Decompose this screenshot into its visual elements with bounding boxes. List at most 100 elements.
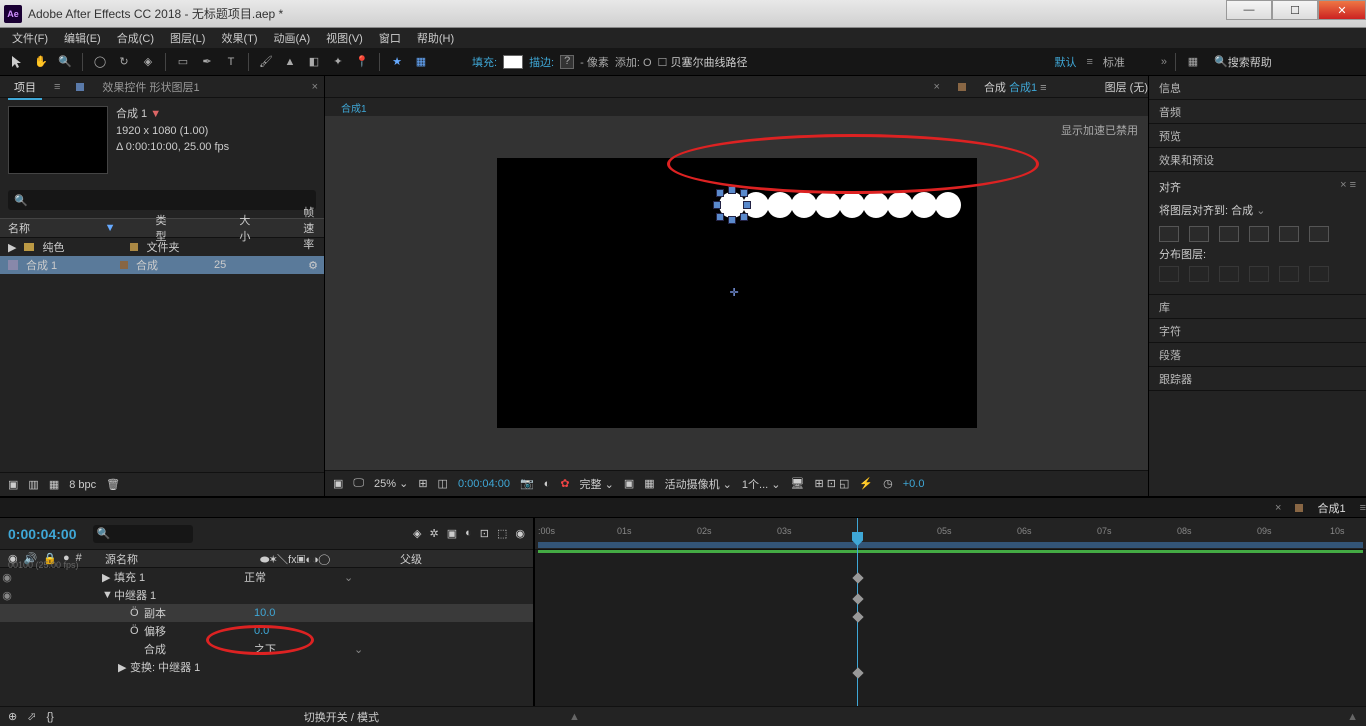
parent-col[interactable]: 父级: [400, 551, 533, 567]
dist-4[interactable]: [1249, 266, 1269, 282]
current-timecode[interactable]: 0:00:04:00: [8, 526, 77, 542]
status-icon-3[interactable]: {}: [46, 711, 53, 723]
res-icon[interactable]: ▣: [333, 477, 343, 490]
fill-label[interactable]: 填充:: [472, 54, 497, 70]
preview-panel-header[interactable]: 预览: [1149, 124, 1366, 148]
camera-dropdown[interactable]: 活动摄像机 ⌄: [665, 476, 732, 492]
stroke-swatch[interactable]: ?: [560, 55, 574, 69]
exposure-value[interactable]: +0.0: [903, 478, 925, 490]
layer-row-fill[interactable]: ◉ ▶ 填充 1 正常⌄: [0, 568, 533, 586]
resolution-dropdown[interactable]: 完整 ⌄: [580, 476, 614, 492]
puppet-tool-icon[interactable]: 📍: [353, 53, 371, 71]
close-button[interactable]: ✕: [1318, 0, 1366, 20]
tl-opt5-icon[interactable]: ⊡: [480, 527, 489, 540]
zoom-dropdown[interactable]: 25% ⌄: [374, 477, 408, 490]
align-bottom-button[interactable]: [1309, 226, 1329, 242]
keyframe-marker[interactable]: [852, 611, 863, 622]
grid-icon[interactable]: ▦: [412, 53, 430, 71]
transparency-icon[interactable]: ▦: [644, 477, 654, 490]
property-row-copies[interactable]: Ö 副本 10.0: [0, 604, 533, 622]
tl-opt7-icon[interactable]: ◉: [515, 527, 525, 540]
menu-view[interactable]: 视图(V): [320, 28, 369, 48]
menu-layer[interactable]: 图层(L): [164, 28, 211, 48]
stopwatch-icon[interactable]: Ö: [130, 607, 144, 619]
layer-tab[interactable]: 图层 (无): [1105, 79, 1148, 95]
selection-tool-icon[interactable]: [8, 53, 26, 71]
search-toggle-icon[interactable]: ▦: [1184, 53, 1202, 71]
new-folder-icon[interactable]: ▥: [28, 478, 38, 491]
toggle-switches-button[interactable]: 切换开关 / 模式: [304, 709, 379, 725]
tl-opt2-icon[interactable]: ✲: [429, 527, 438, 540]
work-area-bar[interactable]: [538, 542, 1363, 548]
project-search-input[interactable]: 🔍: [8, 190, 316, 210]
star-icon[interactable]: ★: [388, 53, 406, 71]
project-columns-header[interactable]: 名称 ▼ 类型 大小 帧速率: [0, 218, 324, 238]
rect-tool-icon[interactable]: ▭: [174, 53, 192, 71]
fast-preview-icon[interactable]: ⚡: [859, 477, 873, 490]
roto-tool-icon[interactable]: ✦: [329, 53, 347, 71]
source-name-col[interactable]: 源名称: [105, 551, 260, 567]
stroke-label[interactable]: 描边:: [529, 54, 554, 70]
grid-toggle-icon[interactable]: ⊞: [418, 477, 427, 490]
maximize-button[interactable]: ☐: [1272, 0, 1318, 20]
view-opt-icon[interactable]: 🖥: [790, 477, 804, 490]
stopwatch-icon[interactable]: Ö: [130, 625, 144, 637]
timeline-search-input[interactable]: 🔍: [93, 525, 193, 543]
menu-file[interactable]: 文件(F): [6, 28, 54, 48]
align-top-button[interactable]: [1249, 226, 1269, 242]
dist-5[interactable]: [1279, 266, 1299, 282]
stamp-tool-icon[interactable]: ▲: [281, 53, 299, 71]
tl-opt3-icon[interactable]: ▣: [447, 527, 457, 540]
tl-opt6-icon[interactable]: ⬚: [497, 527, 507, 540]
panel-close-icon[interactable]: ×: [312, 81, 318, 93]
comp-close-icon[interactable]: ×: [934, 81, 940, 93]
project-row-folder[interactable]: ▶ 纯色 文件夹: [0, 238, 324, 256]
align-left-button[interactable]: [1159, 226, 1179, 242]
dist-3[interactable]: [1219, 266, 1239, 282]
menu-window[interactable]: 窗口: [373, 28, 407, 48]
workspace-standard[interactable]: 标准: [1103, 54, 1125, 70]
eraser-tool-icon[interactable]: ◧: [305, 53, 323, 71]
anchor-point-icon[interactable]: ✛: [730, 286, 744, 300]
menu-composition[interactable]: 合成(C): [111, 28, 160, 48]
minimize-button[interactable]: —: [1226, 0, 1272, 20]
paragraph-panel-header[interactable]: 段落: [1149, 343, 1366, 367]
tl-opt1-icon[interactable]: ◈: [413, 527, 421, 540]
mask-toggle-icon[interactable]: ◫: [438, 477, 448, 490]
hand-tool-icon[interactable]: ✋: [32, 53, 50, 71]
effects-panel-header[interactable]: 效果和预设: [1149, 148, 1366, 172]
project-row-comp[interactable]: 合成 1 合成 25 ⚙: [0, 256, 324, 274]
tl-opt4-icon[interactable]: ◐: [465, 527, 472, 540]
comp-thumbnail[interactable]: [8, 106, 108, 174]
property-row-transform[interactable]: ▶ 变换: 中继器 1: [0, 658, 533, 676]
comp-tab-label[interactable]: 合成 合成1 ≡: [978, 76, 1053, 98]
timeline-close-icon[interactable]: ×: [1275, 502, 1281, 514]
pen-tool-icon[interactable]: ✒: [198, 53, 216, 71]
align-vcenter-button[interactable]: [1279, 226, 1299, 242]
bpc-button[interactable]: 8 bpc: [69, 479, 96, 491]
new-comp-icon[interactable]: ▦: [49, 478, 59, 491]
audio-panel-header[interactable]: 音频: [1149, 100, 1366, 124]
character-panel-header[interactable]: 字符: [1149, 319, 1366, 343]
tracker-panel-header[interactable]: 跟踪器: [1149, 367, 1366, 391]
color-mgmt-icon[interactable]: ✿: [560, 477, 569, 490]
zoom-tool-icon[interactable]: 🔍: [56, 53, 74, 71]
timeline-tab[interactable]: 合成1: [1311, 497, 1351, 519]
dist-1[interactable]: [1159, 266, 1179, 282]
menu-effect[interactable]: 效果(T): [215, 28, 263, 48]
info-panel-header[interactable]: 信息: [1149, 76, 1366, 100]
interpret-icon[interactable]: ▣: [8, 478, 18, 491]
timeline-icon[interactable]: ◷: [883, 477, 893, 490]
dist-6[interactable]: [1309, 266, 1329, 282]
menu-help[interactable]: 帮助(H): [411, 28, 460, 48]
keyframe-marker[interactable]: [852, 667, 863, 678]
layer-row-repeater[interactable]: ◉ ▼ 中继器 1: [0, 586, 533, 604]
status-icon-2[interactable]: ⬀: [27, 710, 36, 723]
bezier-checkbox[interactable]: ☐ 贝塞尔曲线路径: [658, 54, 748, 70]
composition-canvas[interactable]: ✛: [497, 158, 977, 428]
monitor-icon[interactable]: 🖵: [353, 477, 364, 490]
status-icon-1[interactable]: ⊕: [8, 710, 17, 723]
add-label[interactable]: 添加: O: [615, 54, 652, 70]
snapshot-icon[interactable]: 📷: [520, 477, 534, 490]
brush-tool-icon[interactable]: 🖌: [257, 53, 275, 71]
